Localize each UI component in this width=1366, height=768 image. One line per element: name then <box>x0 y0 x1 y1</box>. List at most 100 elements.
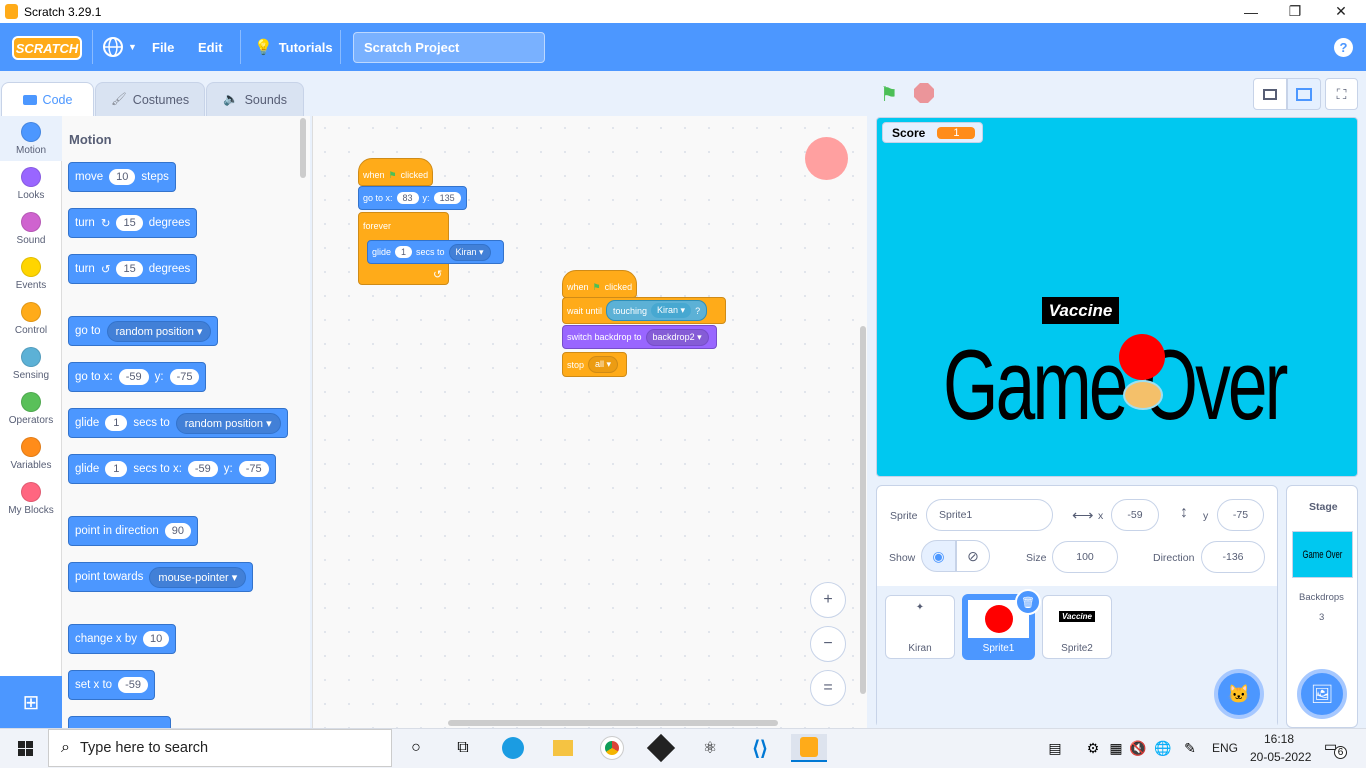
zoom-out-button[interactable]: − <box>810 626 846 662</box>
file-menu[interactable]: File <box>152 23 174 71</box>
chrome-icon[interactable] <box>597 734 627 762</box>
category-operators[interactable]: Operators <box>0 386 62 431</box>
block-input[interactable]: -75 <box>238 461 269 477</box>
touching-block[interactable]: touching Kiran ▾? <box>606 300 708 321</box>
block-input[interactable]: 1 <box>105 461 128 477</box>
block-input[interactable]: -59 <box>187 461 218 477</box>
edit-menu[interactable]: Edit <box>198 23 223 71</box>
fullscreen-button[interactable]: ⛶ <box>1325 78 1358 110</box>
network-icon[interactable]: 🌐 <box>1148 734 1178 762</box>
block-glide-to-sprite[interactable]: glide 1 secs to Kiran ▾ <box>367 240 504 264</box>
block-point-towards[interactable]: point towards mouse-pointer ▾ <box>68 562 254 592</box>
block-turn-left[interactable]: turn ↺ 15 degrees <box>68 254 198 284</box>
stage-thumbnail[interactable]: Game Over <box>1292 531 1353 578</box>
stop-button[interactable] <box>914 83 934 103</box>
tab-code[interactable]: Code <box>1 82 94 117</box>
category-sensing[interactable]: Sensing <box>0 341 62 386</box>
block-set-x[interactable]: set x to -59 <box>68 670 155 700</box>
tray-icon-1[interactable]: ▤ <box>1040 734 1070 762</box>
palette-scrollbar[interactable] <box>300 118 306 178</box>
tab-costumes[interactable]: 🖌 Costumes <box>95 82 205 116</box>
block-next[interactable] <box>68 716 171 728</box>
add-backdrop-button[interactable]: 🖼 <box>1297 669 1347 719</box>
x-input[interactable]: -59 <box>1111 499 1159 531</box>
tab-sounds[interactable]: 🔈 Sounds <box>206 82 304 116</box>
category-events[interactable]: Events <box>0 251 62 296</box>
block-input[interactable]: -59 <box>118 369 149 385</box>
category-sound[interactable]: Sound <box>0 206 62 251</box>
script-vertical-scrollbar[interactable] <box>860 326 866 694</box>
y-input[interactable]: -75 <box>1217 499 1264 531</box>
category-variables[interactable]: Variables <box>0 431 62 476</box>
project-title-input[interactable]: Scratch Project <box>353 32 545 63</box>
block-input[interactable]: 15 <box>116 215 143 231</box>
block-dropdown[interactable]: all ▾ <box>588 356 619 373</box>
block-dropdown[interactable]: random position ▾ <box>175 412 281 434</box>
cortana-icon[interactable]: ○ <box>401 734 431 762</box>
category-looks[interactable]: Looks <box>0 161 62 206</box>
sprite-name-input[interactable]: Sprite1 <box>926 499 1053 531</box>
block-input[interactable]: 10 <box>109 169 136 185</box>
language-menu[interactable]: ▼ <box>102 23 137 71</box>
electron-icon[interactable]: ⚛ <box>695 734 725 762</box>
block-input[interactable]: -75 <box>169 369 200 385</box>
stop-block[interactable]: stop all ▾ <box>562 352 627 377</box>
block-dropdown[interactable]: backdrop2 ▾ <box>645 328 709 346</box>
file-explorer-icon[interactable] <box>548 734 578 762</box>
category-my-blocks[interactable]: My Blocks <box>0 476 62 521</box>
notification-center-icon[interactable]: ▭ 6 <box>1324 738 1347 759</box>
category-control[interactable]: Control <box>0 296 62 341</box>
edge-icon[interactable] <box>498 734 528 762</box>
maximize-button[interactable]: ❐ <box>1272 0 1318 23</box>
green-flag-button[interactable]: ⚑ <box>880 82 904 106</box>
stage-canvas[interactable]: Score 1 Vaccine Game Over <box>876 117 1358 477</box>
block-dropdown[interactable]: Kiran ▾ <box>651 303 692 318</box>
small-stage-button[interactable] <box>1253 78 1287 110</box>
windows-start-icon[interactable] <box>10 734 40 762</box>
block-change-x[interactable]: change x by 10 <box>68 624 177 654</box>
inkscape-icon[interactable] <box>646 733 676 763</box>
sprite-thumb-sprite2[interactable]: Vaccine Sprite2 <box>1042 595 1112 659</box>
block-input[interactable]: 90 <box>164 523 191 539</box>
vscode-icon[interactable]: ⟨⟩ <box>745 734 775 762</box>
block-goto-xy-script[interactable]: go to x: 83 y: 135 <box>358 186 467 210</box>
block-dropdown[interactable]: Kiran ▾ <box>448 243 491 261</box>
block-goto-xy[interactable]: go to x: -59 y: -75 <box>68 362 207 392</box>
wait-until-block[interactable]: wait until touching Kiran ▾? <box>562 297 726 324</box>
sprite-thumb-kiran[interactable]: ✦ Kiran <box>885 595 955 659</box>
tutorials-menu[interactable]: 💡 Tutorials <box>254 23 333 71</box>
task-view-icon[interactable]: ⧉ <box>448 734 478 762</box>
category-motion[interactable]: Motion <box>0 116 62 161</box>
switch-backdrop-block[interactable]: switch backdrop to backdrop2 ▾ <box>562 325 717 349</box>
block-dropdown[interactable]: mouse-pointer ▾ <box>149 566 247 588</box>
block-input[interactable]: 83 <box>396 192 419 204</box>
large-stage-button[interactable] <box>1287 78 1321 110</box>
direction-input[interactable]: -136 <box>1201 541 1265 573</box>
zoom-in-button[interactable]: + <box>810 582 846 618</box>
script-horizontal-scrollbar[interactable] <box>448 720 778 726</box>
close-window-button[interactable]: ✕ <box>1318 0 1364 23</box>
block-input[interactable]: 1 <box>395 246 413 258</box>
clock-time[interactable]: 16:18 <box>1264 732 1294 746</box>
scratch-logo[interactable]: SCRATCH <box>12 36 82 60</box>
minimize-button[interactable]: — <box>1228 0 1274 23</box>
block-input[interactable]: 10 <box>143 631 170 647</box>
block-input[interactable]: 135 <box>433 192 461 204</box>
block-dropdown[interactable]: random position ▾ <box>106 320 212 342</box>
when-flag-clicked-hat-1[interactable]: when ⚑ clicked <box>358 158 434 186</box>
block-glide[interactable]: glide 1 secs to random position ▾ <box>68 408 288 438</box>
block-input[interactable]: 15 <box>116 261 143 277</box>
add-sprite-button[interactable]: 🐱 <box>1214 669 1264 719</box>
pen-icon[interactable]: ✎ <box>1175 734 1205 762</box>
taskbar-search-box[interactable]: ⌕ Type here to search <box>48 729 392 767</box>
size-input[interactable]: 100 <box>1052 541 1118 573</box>
block-input[interactable]: -59 <box>118 677 148 693</box>
score-monitor[interactable]: Score 1 <box>882 122 983 143</box>
language-indicator[interactable]: ENG <box>1212 741 1238 755</box>
block-input[interactable]: 1 <box>105 415 128 431</box>
block-move[interactable]: move 10 steps <box>68 162 176 192</box>
show-visible-button[interactable]: ◉ <box>921 540 956 572</box>
delete-sprite-button[interactable]: 🗑 <box>1015 589 1041 615</box>
when-flag-clicked-hat-2[interactable]: when ⚑ clicked <box>562 270 638 298</box>
block-point-direction[interactable]: point in direction 90 <box>68 516 198 546</box>
